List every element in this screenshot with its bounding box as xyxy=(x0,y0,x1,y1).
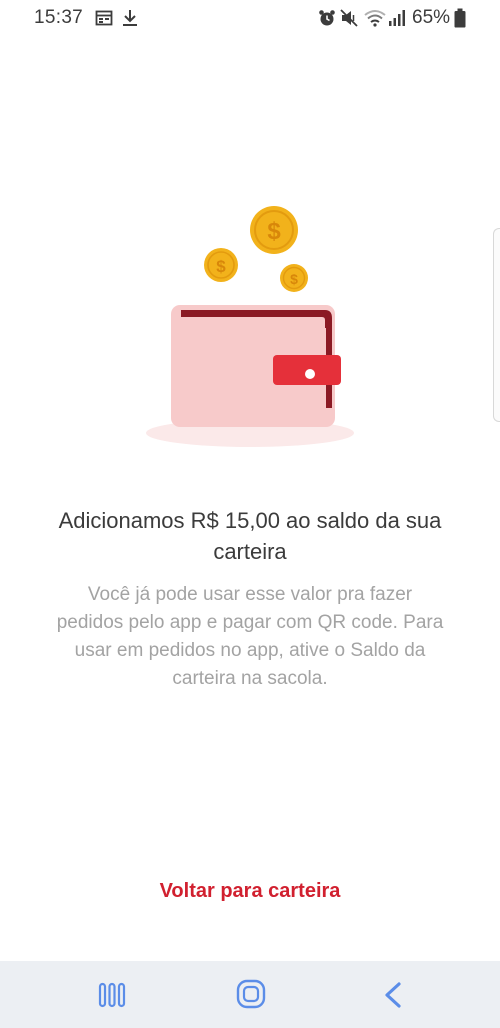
recent-apps-icon[interactable] xyxy=(98,981,126,1014)
navigation-bar xyxy=(0,961,500,1028)
coin-icon: $ xyxy=(204,248,238,282)
svg-text:$: $ xyxy=(290,271,298,287)
confirmation-headline: Adicionamos R$ 15,00 ao saldo da sua car… xyxy=(58,508,442,564)
wallet-icon xyxy=(171,305,341,427)
svg-text:$: $ xyxy=(267,218,281,245)
svg-text:$: $ xyxy=(216,257,226,276)
back-to-wallet-link[interactable]: Voltar para carteira xyxy=(0,880,500,903)
home-icon[interactable] xyxy=(236,979,266,1014)
back-icon[interactable] xyxy=(380,981,406,1014)
coin-icon: $ xyxy=(280,264,308,292)
coin-icon: $ xyxy=(250,206,298,254)
confirmation-description: Você já pode usar esse valor pra fazer p… xyxy=(56,584,444,689)
wallet-illustration: $ $ $ xyxy=(146,206,354,447)
